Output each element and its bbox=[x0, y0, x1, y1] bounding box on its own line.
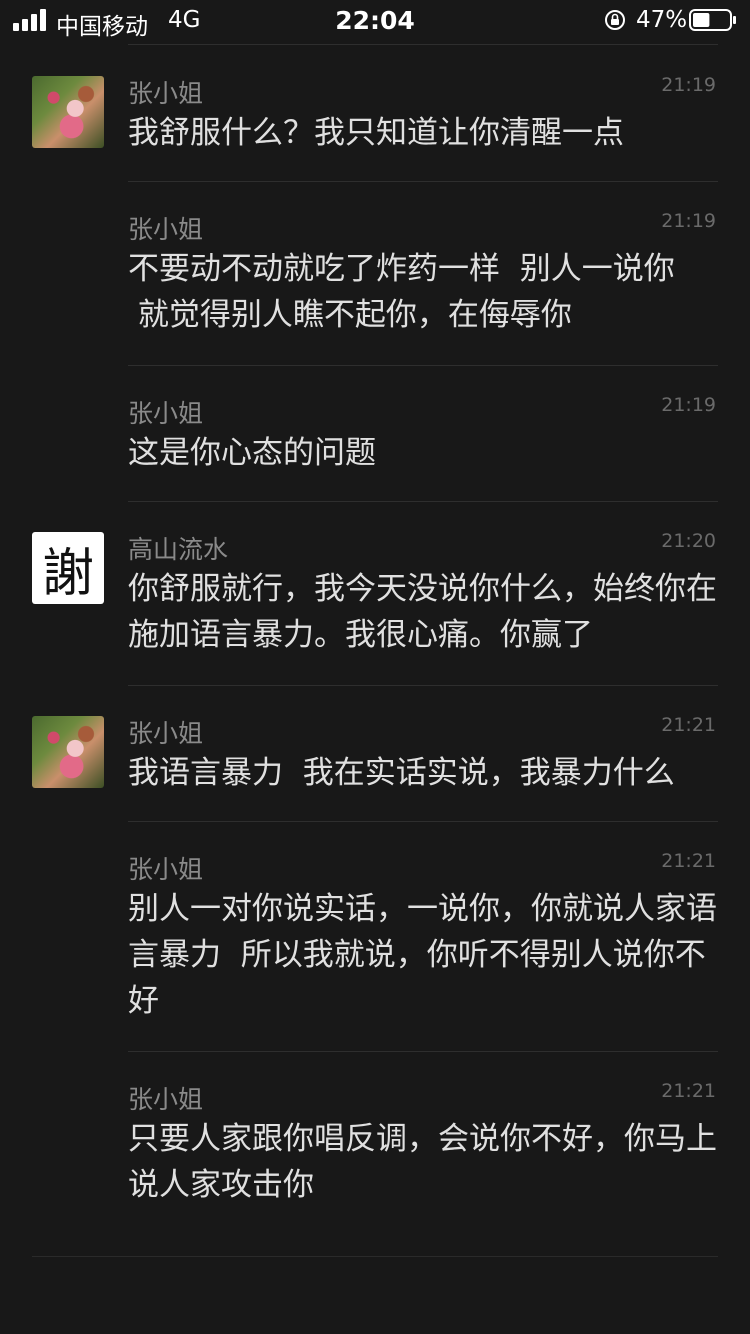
divider bbox=[32, 1256, 718, 1257]
message-time: 21:21 bbox=[661, 714, 716, 736]
divider bbox=[128, 181, 718, 182]
avatar[interactable]: 謝 bbox=[32, 532, 104, 604]
avatar-character: 謝 bbox=[41, 543, 94, 604]
sender-name: 张小姐 bbox=[128, 215, 204, 244]
divider bbox=[128, 365, 718, 366]
sender-name: 张小姐 bbox=[128, 855, 204, 884]
sender-name: 张小姐 bbox=[128, 719, 204, 748]
divider bbox=[128, 821, 718, 822]
message-time: 21:21 bbox=[661, 1080, 716, 1102]
battery-percent: 47% bbox=[636, 7, 688, 33]
message-text: 不要动不动就吃了炸药一样 别人一说你 就觉得别人瞧不起你，在侮辱你 bbox=[128, 251, 675, 333]
sender-name: 高山流水 bbox=[128, 535, 229, 564]
message-text: 你舒服就行，我今天没说你什么，始终你在施加语言暴力。我很心痛。你赢了 bbox=[128, 571, 717, 653]
divider bbox=[128, 44, 718, 45]
message-time: 21:19 bbox=[661, 74, 716, 96]
battery-icon bbox=[689, 9, 736, 31]
divider bbox=[128, 685, 718, 686]
sender-name: 张小姐 bbox=[128, 79, 204, 108]
divider bbox=[128, 1051, 718, 1052]
divider bbox=[128, 501, 718, 502]
avatar[interactable] bbox=[32, 716, 104, 788]
message-text: 我舒服什么？我只知道让你清醒一点 bbox=[128, 115, 624, 151]
rotation-lock-icon bbox=[605, 10, 625, 30]
message-time: 21:20 bbox=[661, 530, 716, 552]
sender-name: 张小姐 bbox=[128, 399, 204, 428]
message-text: 别人一对你说实话，一说你，你就说人家语言暴力 所以我就说，你听不得别人说你不好 bbox=[128, 891, 717, 1019]
message-time: 21:19 bbox=[661, 210, 716, 232]
message-time: 21:21 bbox=[661, 850, 716, 872]
sender-name: 张小姐 bbox=[128, 1085, 204, 1114]
message-text: 这是你心态的问题 bbox=[128, 435, 376, 471]
message-text: 我语言暴力 我在实话实说，我暴力什么 bbox=[128, 755, 675, 791]
avatar[interactable] bbox=[32, 76, 104, 148]
status-bar: 中国移动 4G 22:04 47% bbox=[0, 0, 750, 42]
message-time: 21:19 bbox=[661, 394, 716, 416]
message-text: 只要人家跟你唱反调，会说你不好，你马上说人家攻击你 bbox=[128, 1121, 717, 1203]
